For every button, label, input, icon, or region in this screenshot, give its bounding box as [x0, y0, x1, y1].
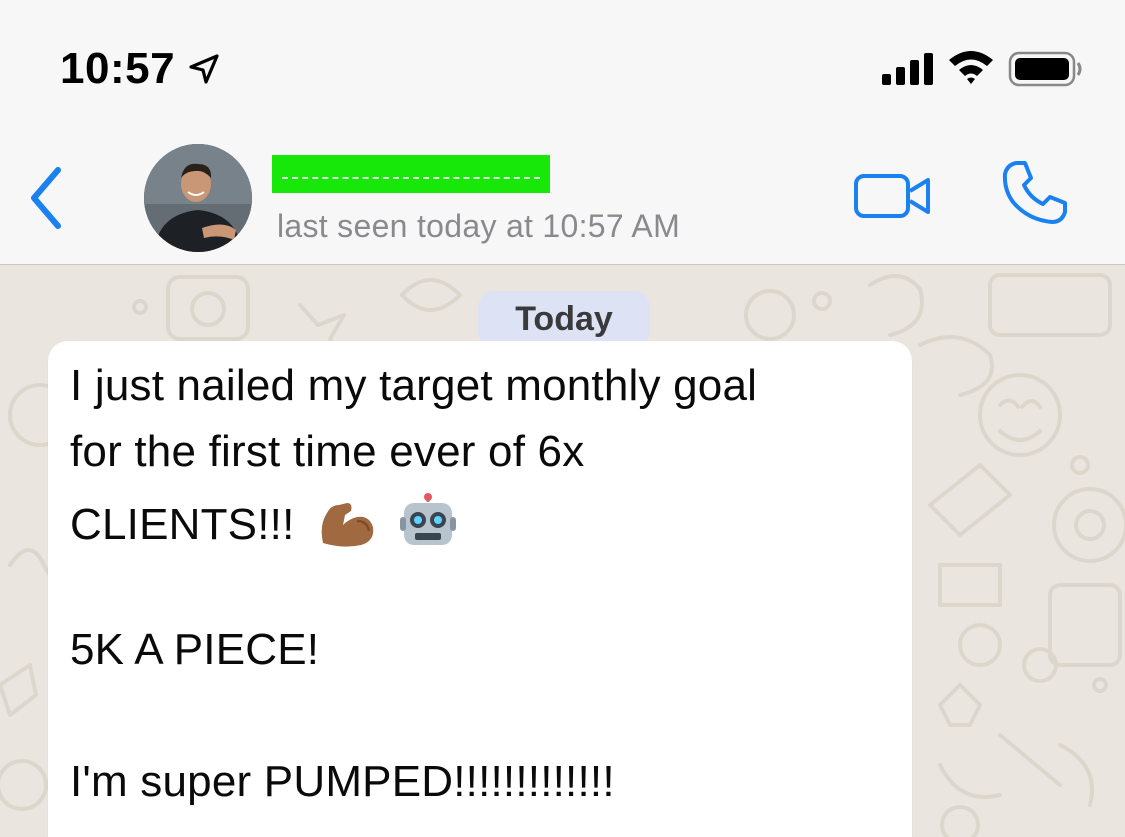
- chat-header: last seen today at 10:57 AM: [0, 120, 1125, 265]
- location-arrow-icon: [189, 54, 219, 84]
- chat-area[interactable]: Today I just nailed my target monthly go…: [0, 265, 1125, 837]
- video-camera-icon[interactable]: [853, 172, 933, 220]
- phone-icon[interactable]: [1000, 158, 1070, 228]
- message-line: CLIENTS!!!: [70, 500, 295, 549]
- cellular-signal-icon: [882, 53, 933, 85]
- message-line: for the first time ever of 6x: [70, 427, 585, 476]
- date-chip: Today: [478, 291, 650, 347]
- robot-emoji: [400, 493, 457, 545]
- message-line-with-emoji: CLIENTS!!!: [70, 493, 457, 550]
- wifi-icon: [949, 51, 993, 84]
- battery-icon: [1008, 51, 1082, 87]
- avatar-photo: [144, 144, 252, 252]
- flexed-biceps-emoji: [321, 503, 374, 547]
- status-time: 10:57: [60, 44, 176, 93]
- message-line: I just nailed my target monthly goal: [70, 361, 758, 410]
- avatar[interactable]: [144, 144, 252, 252]
- chevron-left-icon[interactable]: [22, 162, 70, 234]
- last-seen-status: last seen today at 10:57 AM: [277, 208, 681, 244]
- message-bubble[interactable]: I just nailed my target monthly goal for…: [48, 341, 912, 837]
- message-line: I'm super PUMPED!!!!!!!!!!!!!: [70, 757, 615, 806]
- contact-name[interactable]: [272, 155, 550, 193]
- message-line: 5K A PIECE!: [70, 625, 320, 674]
- status-bar: 10:57: [0, 0, 1125, 120]
